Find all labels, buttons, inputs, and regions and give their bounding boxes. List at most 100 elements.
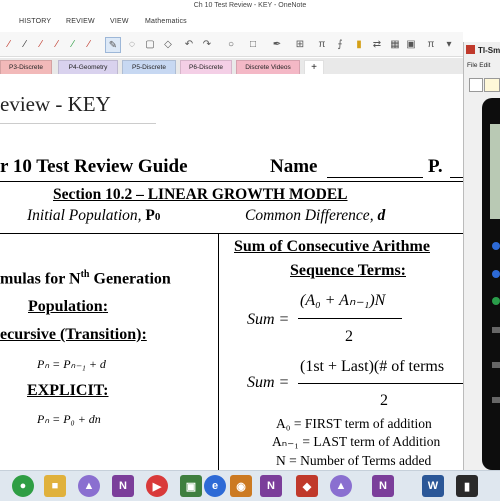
- population-subscript: 0: [154, 211, 161, 223]
- square-shape-icon[interactable]: □: [246, 37, 260, 51]
- calc-button-gray-2[interactable]: [492, 362, 500, 368]
- taskbar: ● ■ ▲ N ▶ ▣ e ◉ N ◆ ▲ N W ▮: [0, 470, 500, 501]
- ti-toolbar-icon-2[interactable]: [484, 78, 500, 92]
- pi-2-icon[interactable]: π: [424, 37, 438, 51]
- table-rule-top: [0, 181, 463, 182]
- population-heading: Population:: [28, 298, 109, 315]
- circle-shape-icon[interactable]: ○: [224, 37, 238, 51]
- pi-icon[interactable]: π: [315, 37, 329, 51]
- ti-window-title: TI-Sm: [478, 46, 500, 55]
- sum-label-2: Sum =: [247, 374, 290, 391]
- explorer-icon[interactable]: e: [204, 475, 226, 497]
- calc-button-blue[interactable]: [492, 242, 500, 250]
- chrome-icon[interactable]: ●: [12, 475, 34, 497]
- move-icon[interactable]: ⇄: [370, 37, 384, 51]
- page-title[interactable]: eview - KEY: [0, 92, 111, 117]
- toolbar: ∕ ∕ ∕ ∕ ∕ ∕ ✎ ◌ ▢ ◇ ↶ ↷ ○ □ ✒ ⊞ π ⨍ ▮ ⇄ …: [0, 32, 463, 57]
- pen-red-icon[interactable]: ∕: [2, 37, 16, 51]
- add-section-button[interactable]: +: [304, 60, 324, 74]
- tab-p5-discrete[interactable]: P5-Discrete: [122, 60, 176, 74]
- explicit-formula: Pₙ = P₀ + dn: [37, 412, 101, 426]
- explicit-heading: EXPLICIT:: [27, 382, 109, 399]
- definition-first-term: A₀ = FIRST term of addition: [276, 416, 432, 431]
- pen-green-icon[interactable]: ∕: [66, 37, 80, 51]
- table-rule-middle: [0, 233, 463, 234]
- onenote-icon[interactable]: N: [112, 475, 134, 497]
- note-page: eview - KEY r 10 Test Review Guide Name …: [0, 76, 463, 470]
- ti-smartview-window[interactable]: TI-Sm File Edit: [463, 42, 500, 470]
- pen-red-4-icon[interactable]: ∕: [82, 37, 96, 51]
- formula2-numerator: (1st + Last)(# of terms: [300, 358, 445, 375]
- calc-button-gray[interactable]: [492, 327, 500, 333]
- calc-button-blue-2[interactable]: [492, 270, 500, 278]
- formula1-denominator: 2: [345, 328, 353, 345]
- title-bar: Ch 10 Test Review - KEY - OneNote: [0, 0, 500, 14]
- shape-icon[interactable]: ◇: [161, 37, 175, 51]
- geogebra-icon-2[interactable]: ▲: [330, 475, 352, 497]
- calc-button-gray-3[interactable]: [492, 397, 500, 403]
- section-title: Section 10.2 – LINEAR GROWTH MODEL: [53, 186, 348, 203]
- grid-icon[interactable]: ▦: [388, 37, 402, 51]
- formula1-fraction-bar: [298, 318, 402, 319]
- common-difference-label: Common Difference, d: [245, 207, 386, 224]
- tab-discrete-videos[interactable]: Discrete Videos: [236, 60, 300, 74]
- recursive-formula: Pₙ = Pₙ₋₁ + d: [37, 357, 106, 371]
- highlight-ink-icon[interactable]: ▮: [352, 37, 366, 51]
- media-icon[interactable]: ▶: [146, 475, 168, 497]
- pen-red-2-icon[interactable]: ∕: [34, 37, 48, 51]
- column-divider: [218, 234, 219, 470]
- grid-2-icon[interactable]: ▣: [404, 37, 418, 51]
- recursive-heading: ecursive (Transition):: [0, 326, 147, 343]
- highlighter-icon[interactable]: ✎: [105, 37, 121, 53]
- folder-icon[interactable]: ■: [44, 475, 66, 497]
- initial-population-label: Initial Population, P0: [27, 207, 161, 224]
- word-icon[interactable]: W: [422, 475, 444, 497]
- undo-icon[interactable]: ↶: [182, 37, 196, 51]
- population-symbol: P: [145, 207, 155, 224]
- menu-history[interactable]: HISTORY: [19, 18, 51, 25]
- more-icon[interactable]: ▾: [442, 37, 456, 51]
- ti-menu[interactable]: File Edit: [467, 62, 490, 69]
- redo-icon[interactable]: ↷: [200, 37, 214, 51]
- calc-button-green[interactable]: [492, 297, 500, 305]
- menu-review[interactable]: REVIEW: [66, 18, 95, 25]
- definition-last-term: Aₙ₋₁ = LAST term of Addition: [272, 434, 441, 449]
- definition-number-of-terms: N = Number of Terms added: [276, 453, 432, 468]
- name-label: Name: [270, 156, 318, 177]
- ribbon-menu: HISTORY REVIEW VIEW Mathematics: [0, 14, 463, 33]
- window-title: Ch 10 Test Review - KEY - OneNote: [193, 2, 307, 9]
- ti-toolbar-icon[interactable]: [469, 78, 483, 92]
- menu-view[interactable]: VIEW: [110, 18, 129, 25]
- ti-icon[interactable]: ◆: [296, 475, 318, 497]
- tab-p6-discrete[interactable]: P6-Discrete: [180, 60, 232, 74]
- formula2-fraction-bar: [298, 383, 463, 384]
- menu-mathematics[interactable]: Mathematics: [145, 18, 187, 25]
- app-icon[interactable]: ◉: [230, 475, 252, 497]
- period-blank-line: [450, 177, 463, 178]
- formulas-heading: mulas for Nth Generation: [0, 269, 171, 288]
- function-icon[interactable]: ⨍: [333, 37, 347, 51]
- pen-red-3-icon[interactable]: ∕: [50, 37, 64, 51]
- tab-p4-geometry[interactable]: P4-Geometry: [58, 60, 118, 74]
- lasso-icon[interactable]: ◌: [125, 37, 139, 51]
- period-label: P.: [428, 156, 443, 177]
- onenote-icon-2[interactable]: N: [260, 475, 282, 497]
- calculator-icon[interactable]: ▣: [180, 475, 202, 497]
- ink-icon[interactable]: ✒: [270, 37, 284, 51]
- name-blank-line: [327, 177, 423, 178]
- formula2-denominator: 2: [380, 392, 388, 409]
- onenote-icon-3[interactable]: N: [372, 475, 394, 497]
- difference-symbol: d: [377, 207, 386, 224]
- tab-p3-discrete[interactable]: P3-Discrete: [0, 60, 52, 74]
- ti-icon-2[interactable]: ▮: [456, 475, 478, 497]
- sum-heading-line2: Sequence Terms:: [290, 262, 406, 279]
- section-tabs: P3-Discrete P4-Geometry P5-Discrete P6-D…: [0, 58, 463, 74]
- insert-icon[interactable]: ⊞: [293, 37, 307, 51]
- calculator-screen[interactable]: [490, 124, 500, 219]
- title-underline: [0, 123, 156, 124]
- geogebra-icon[interactable]: ▲: [78, 475, 100, 497]
- doc-heading: r 10 Test Review Guide: [0, 156, 188, 177]
- pen-black-icon[interactable]: ∕: [18, 37, 32, 51]
- eraser-icon[interactable]: ▢: [143, 37, 157, 51]
- menu-item-blank[interactable]: [0, 18, 2, 25]
